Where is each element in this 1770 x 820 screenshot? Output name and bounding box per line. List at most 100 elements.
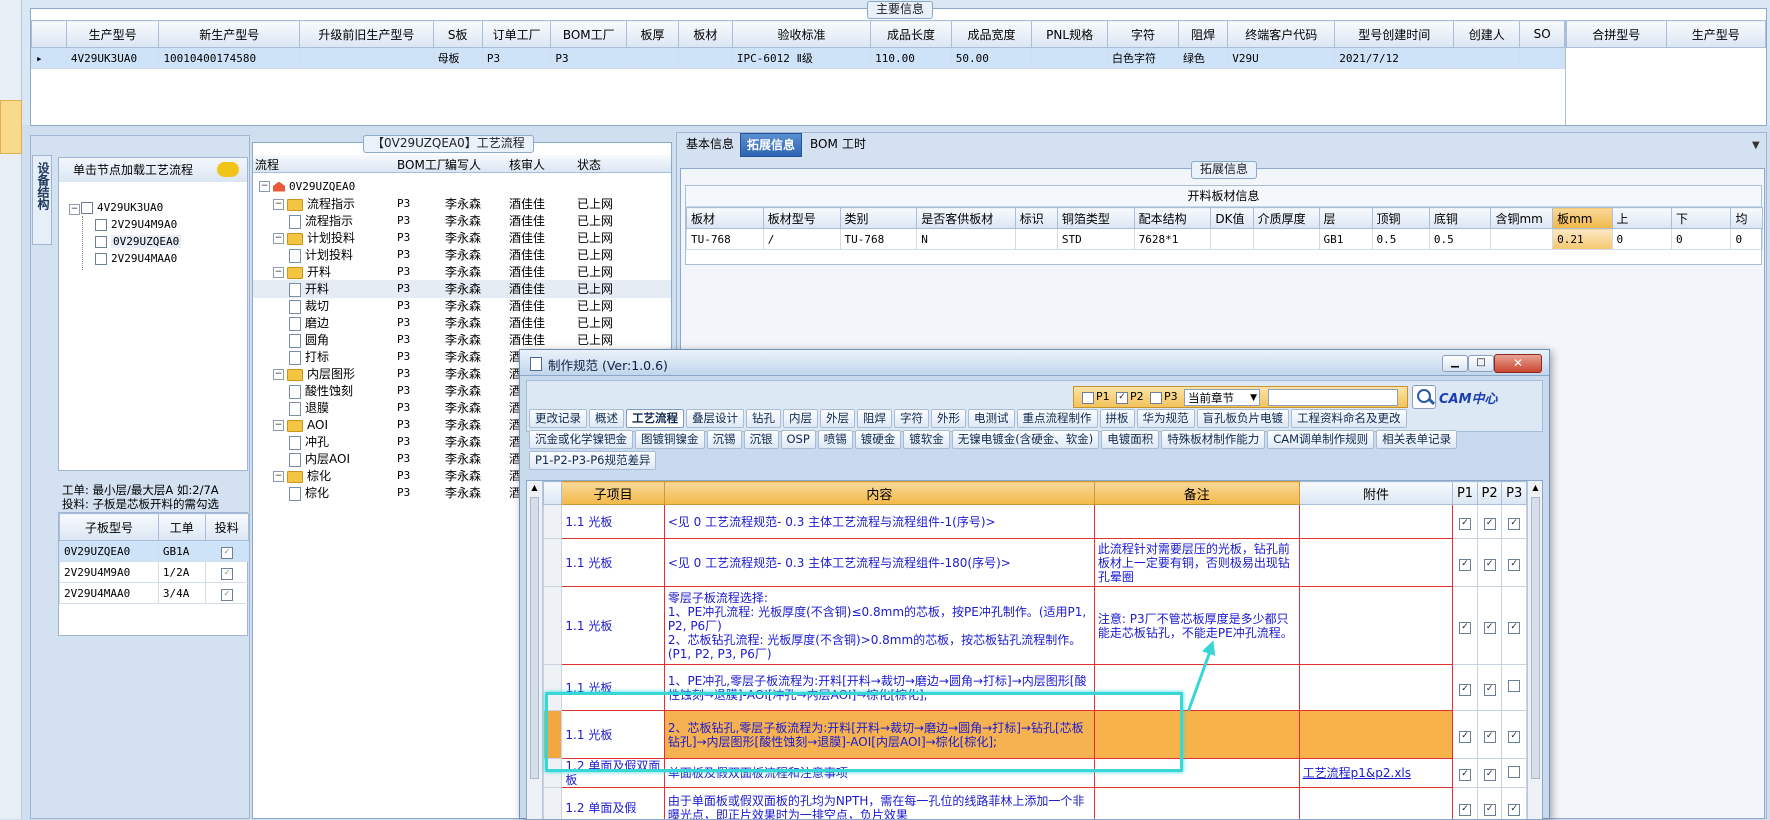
plant-p2-checkbox[interactable]: ✓ <box>1484 731 1496 743</box>
spec-content-cell[interactable]: 由于单面板或假双面板的孔均为NPTH，需在每一孔位的线路菲林上添加一个非曝光点，… <box>664 788 1094 820</box>
sub-col-header[interactable]: 投料 <box>205 514 248 541</box>
root-expander[interactable]: − <box>259 181 270 192</box>
feed-checkbox[interactable]: ✓ <box>221 547 233 559</box>
sub-col-header[interactable]: 工单 <box>158 514 205 541</box>
main-info-col-header[interactable]: PNL规格 <box>1032 21 1108 48</box>
main-info-col-header[interactable]: 字符 <box>1108 21 1179 48</box>
spec-content-cell[interactable]: <见 0 工艺流程规范- 0.3 主体工艺流程与流程组件-1(序号)> <box>664 505 1094 539</box>
plant-p2-cell[interactable]: ✓ <box>1477 587 1502 665</box>
spec-col-header[interactable]: P1 <box>1453 482 1478 505</box>
plant-p1-checkbox[interactable]: ✓ <box>1459 559 1471 571</box>
sub-order-cell[interactable]: GB1A <box>158 541 205 562</box>
process-node[interactable]: 酸性蚀刻 <box>289 382 353 400</box>
sub-model-cell[interactable]: 0V29UZQEA0 <box>60 541 159 562</box>
main-info-cell[interactable] <box>627 48 679 69</box>
main-info-cell[interactable] <box>1520 48 1565 69</box>
process-node[interactable]: 退膜 <box>289 399 329 417</box>
material-col-header[interactable]: 底铜 <box>1429 208 1491 229</box>
spec-attachment-cell[interactable] <box>1299 587 1453 665</box>
main-info-col-header[interactable]: SO <box>1520 21 1565 48</box>
process-row[interactable]: −开料P3李永森酒佳佳已上网 <box>253 263 671 281</box>
process-node[interactable]: −开料 <box>273 263 331 281</box>
plant-p2-cell[interactable]: ✓ <box>1477 711 1502 759</box>
plant-p2-checkbox[interactable]: ✓ <box>1484 769 1496 781</box>
equipment-structure-tab[interactable]: 设备结构 <box>32 155 52 245</box>
main-info-col-header[interactable]: 板材 <box>678 21 732 48</box>
process-row[interactable]: 开料P3李永森酒佳佳已上网 <box>253 280 671 298</box>
material-col-header[interactable]: 配本结构 <box>1134 208 1211 229</box>
left-scrollbar[interactable]: ▲ <box>527 481 543 820</box>
spec-item-cell[interactable]: 1.1 光板 <box>562 505 664 539</box>
process-node[interactable]: −计划投料 <box>273 229 355 247</box>
spec-row[interactable]: 1.2 单面及假由于单面板或假双面板的孔均为NPTH，需在每一孔位的线路菲林上添… <box>544 788 1527 820</box>
plant-p2-cell[interactable]: ✓ <box>1477 665 1502 711</box>
spec-item-cell[interactable]: 1.1 光板 <box>562 539 664 587</box>
spec-tab[interactable]: 工艺流程 <box>626 409 684 428</box>
process-tree-root[interactable]: −0V29UZQEA0 <box>259 177 355 195</box>
material-cell[interactable]: 7628*1 <box>1134 229 1211 250</box>
tree-node-checkbox[interactable] <box>95 236 107 248</box>
spec-tab[interactable]: 重点流程制作 <box>1017 409 1098 428</box>
plant-p1-checkbox[interactable]: ✓ <box>1459 518 1471 530</box>
main-info-cell[interactable]: 50.00 <box>951 48 1032 69</box>
material-cell[interactable] <box>1491 229 1553 250</box>
spec-tab[interactable]: P1-P2-P3-P6规范差异 <box>529 451 656 470</box>
plant-p1-cell[interactable]: ✓ <box>1453 587 1478 665</box>
material-cell[interactable]: TU-768 <box>687 229 764 250</box>
process-row[interactable]: 圆角P3李永森酒佳佳已上网 <box>253 331 671 349</box>
plant-p3-cell[interactable]: ✓ <box>1502 587 1527 665</box>
main-info-cell[interactable]: 110.00 <box>871 48 952 69</box>
material-col-header[interactable]: 板mm <box>1553 208 1612 229</box>
spec-tab[interactable]: 电测试 <box>968 409 1015 428</box>
main-info-col-header[interactable]: 终端客户代码 <box>1228 21 1335 48</box>
process-node[interactable]: −AOI <box>273 416 328 434</box>
right-scrollbar-thumb[interactable] <box>1531 497 1540 779</box>
plant-p3-checkbox[interactable]: ✓ <box>1508 559 1520 571</box>
main-info-col-header[interactable]: 板厚 <box>627 21 679 48</box>
main-info-cell[interactable]: 2021/7/12 <box>1335 48 1454 69</box>
p1-checkbox[interactable] <box>1082 392 1094 404</box>
material-col-header[interactable]: 下 <box>1672 208 1731 229</box>
process-node[interactable]: 开料 <box>289 280 329 298</box>
process-row[interactable]: −计划投料P3李永森酒佳佳已上网 <box>253 229 671 247</box>
spec-attachment-cell[interactable]: 工艺流程p1&p2.xls <box>1299 759 1453 788</box>
process-node[interactable]: 计划投料 <box>289 246 353 264</box>
left-scrollbar-thumb[interactable] <box>530 497 539 779</box>
spec-tab[interactable]: 外层 <box>820 409 855 428</box>
main-info-cell[interactable] <box>678 48 732 69</box>
material-col-header[interactable]: 板材 <box>687 208 764 229</box>
spec-tab[interactable]: 阻焊 <box>857 409 892 428</box>
material-cell[interactable]: GB1 <box>1319 229 1372 250</box>
main-info-col-header[interactable]: 阻焊 <box>1178 21 1227 48</box>
material-cell[interactable]: TU-768 <box>840 229 917 250</box>
process-node[interactable]: 磨边 <box>289 314 329 332</box>
spec-tab[interactable]: 外形 <box>931 409 966 428</box>
main-info-col-header[interactable]: 升级前旧生产型号 <box>300 21 433 48</box>
main-info-cell[interactable]: 4V29UK3UA0 <box>66 48 159 69</box>
process-row[interactable]: 裁切P3李永森酒佳佳已上网 <box>253 297 671 315</box>
right-scrollbar[interactable]: ▲ <box>1527 481 1543 820</box>
feed-checkbox[interactable]: ✓ <box>221 589 233 601</box>
spec-col-header[interactable]: 附件 <box>1299 482 1453 505</box>
material-col-header[interactable]: 板材型号 <box>763 208 840 229</box>
plant-p2-cell[interactable]: ✓ <box>1477 539 1502 587</box>
tree-node-checkbox[interactable] <box>95 253 107 265</box>
plant-p3-checkbox[interactable]: ✓ <box>1508 622 1520 634</box>
main-info-col-header[interactable]: 订单工厂 <box>482 21 551 48</box>
main-info-col-header[interactable]: 型号创建时间 <box>1335 21 1454 48</box>
material-cell[interactable] <box>1211 229 1253 250</box>
left-edge-highlight[interactable] <box>0 100 22 154</box>
plant-p2-checkbox[interactable]: ✓ <box>1484 684 1496 696</box>
plant-p3-checkbox[interactable] <box>1508 680 1520 692</box>
material-col-header[interactable]: 上 <box>1612 208 1671 229</box>
p2-checkbox[interactable]: ✓ <box>1116 392 1128 404</box>
material-col-header[interactable]: DK值 <box>1211 208 1253 229</box>
material-col-header[interactable]: 标识 <box>1015 208 1057 229</box>
spec-item-cell[interactable]: 1.1 光板 <box>562 587 664 665</box>
material-col-header[interactable]: 层 <box>1319 208 1372 229</box>
process-col-header[interactable]: 核审人 <box>509 156 545 173</box>
plant-p1-checkbox[interactable]: ✓ <box>1459 622 1471 634</box>
spec-tab[interactable]: 喷锡 <box>818 430 853 449</box>
material-cell[interactable]: N <box>917 229 1015 250</box>
expander-icon[interactable]: − <box>273 199 284 210</box>
